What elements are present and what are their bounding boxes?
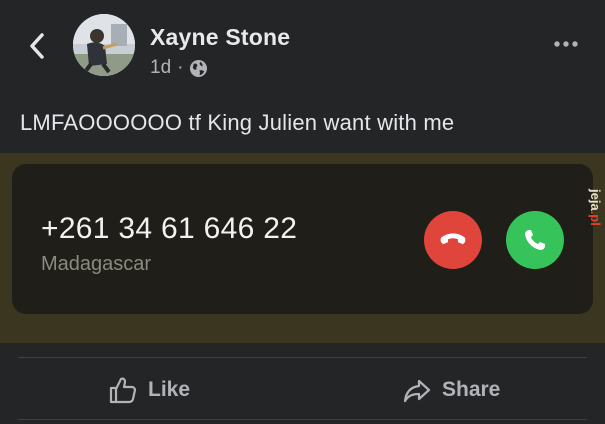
divider: [18, 419, 587, 420]
share-arrow-icon: [403, 379, 431, 403]
like-label: Like: [148, 378, 191, 401]
caller-number: +261 34 61 646 22: [41, 212, 298, 245]
decline-call-button: [424, 211, 482, 269]
watermark-brand: jeja: [588, 189, 603, 211]
share-label: Share: [442, 378, 501, 401]
watermark-tld: .pl: [588, 210, 603, 226]
accept-call-icon: [525, 230, 545, 250]
decline-call-icon: [440, 233, 466, 245]
meta-separator: ·: [177, 57, 184, 78]
like-button[interactable]: Like: [108, 372, 190, 408]
post-time[interactable]: 1d: [150, 57, 171, 79]
thumbs-up-icon: [109, 377, 137, 404]
globe-icon: [190, 59, 208, 77]
back-chevron-icon: [30, 33, 44, 59]
accept-call-button: [506, 211, 564, 269]
watermark: jeja.pl: [588, 189, 603, 226]
caller-location: Madagascar: [41, 253, 152, 275]
incoming-call-card: +261 34 61 646 22 Madagascar: [12, 164, 593, 314]
author-name[interactable]: Xayne Stone: [150, 24, 290, 51]
divider: [18, 357, 587, 358]
post-image[interactable]: +261 34 61 646 22 Madagascar jeja.pl: [0, 153, 605, 343]
more-options-icon: [554, 41, 578, 47]
post-text: LMFAOOOOOO tf King Julien want with me: [20, 110, 455, 135]
post-header: Xayne Stone 1d ·: [0, 0, 605, 95]
avatar[interactable]: [73, 14, 135, 76]
share-button[interactable]: Share: [402, 372, 500, 408]
back-button[interactable]: [24, 30, 50, 62]
post-meta: 1d ·: [150, 57, 208, 79]
more-options-button[interactable]: [553, 34, 579, 54]
